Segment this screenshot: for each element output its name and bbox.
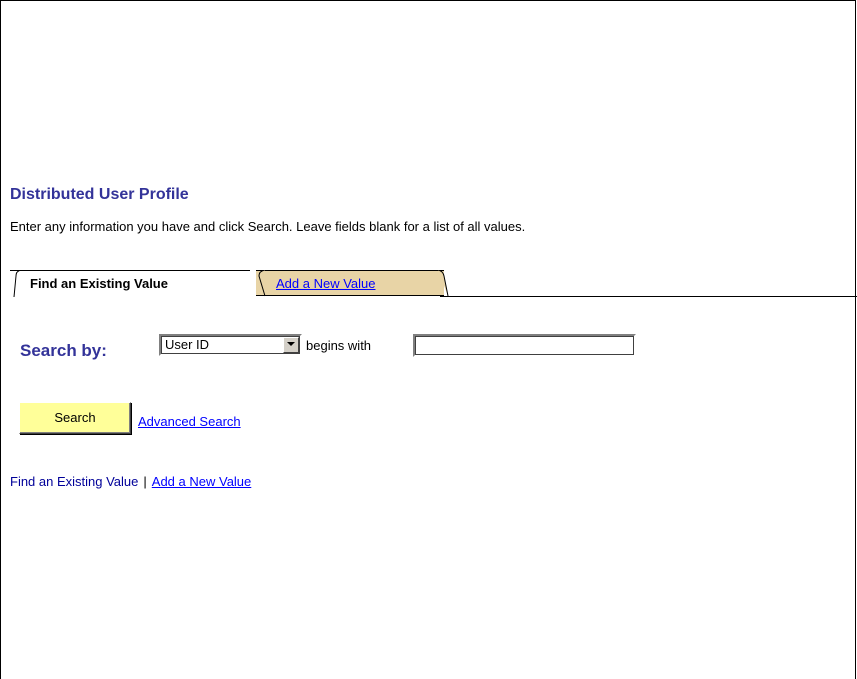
instructions-text: Enter any information you have and click…	[10, 219, 526, 234]
tab-inactive-right-edge	[438, 270, 449, 297]
tab-baseline	[440, 296, 857, 297]
tab-left-edge	[13, 270, 22, 297]
chevron-down-icon	[287, 342, 295, 346]
tab-add-new-value[interactable]: Add a New Value	[256, 270, 449, 297]
tab-add-new-label[interactable]: Add a New Value	[276, 276, 376, 291]
tab-find-existing-label: Find an Existing Value	[30, 276, 168, 291]
bottom-links: Find an Existing Value | Add a New Value	[10, 474, 251, 489]
page-title: Distributed User Profile	[10, 186, 189, 203]
search-by-label: Search by:	[20, 341, 107, 360]
bottom-add-new-link[interactable]: Add a New Value	[152, 474, 252, 489]
tab-bar: Find an Existing Value Add a New Value	[10, 266, 857, 298]
search-button[interactable]: Search	[19, 402, 131, 434]
search-field-select[interactable]: User ID	[159, 334, 302, 356]
select-dropdown-button[interactable]	[283, 337, 299, 353]
search-operator: begins with	[306, 338, 372, 353]
page-frame: Distributed User Profile Enter any infor…	[0, 0, 857, 679]
search-value-input[interactable]	[413, 334, 636, 357]
search-field-selected: User ID	[165, 337, 210, 352]
advanced-search-link[interactable]: Advanced Search	[138, 414, 241, 429]
bottom-find-existing: Find an Existing Value	[10, 474, 139, 489]
bottom-separator: |	[143, 474, 147, 489]
tab-inactive-left-edge	[258, 270, 266, 297]
tab-find-existing-value[interactable]: Find an Existing Value	[10, 270, 250, 297]
